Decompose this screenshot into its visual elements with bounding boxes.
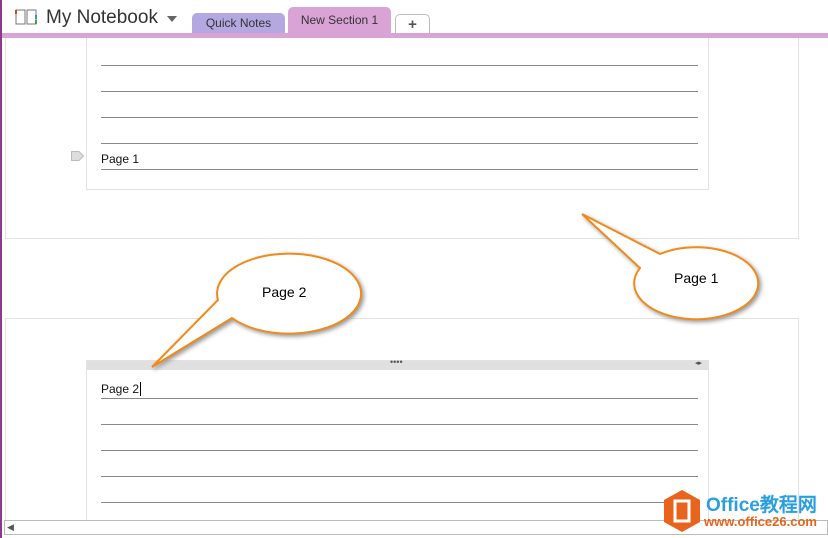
text-cursor: ​ [140, 382, 142, 396]
tag-icon [71, 151, 85, 161]
office-logo-icon [664, 490, 700, 532]
tab-new-section-1[interactable]: New Section 1 [288, 7, 391, 34]
page-1-note-container[interactable]: Page 1 [86, 38, 709, 190]
page-2-note-container[interactable]: •••• ◂▸ Page 2​ [86, 357, 709, 523]
chevron-down-icon[interactable] [167, 16, 177, 22]
scroll-left-icon[interactable]: ◀ [7, 522, 14, 533]
watermark-brand: Office教程网 [706, 495, 817, 516]
window-left-border [0, 0, 2, 538]
tab-quick-notes[interactable]: Quick Notes [192, 13, 285, 35]
page-2-text[interactable]: Page 2 [101, 382, 139, 396]
resize-handle-icon[interactable]: ◂▸ [695, 359, 702, 367]
notebook-icon [15, 9, 37, 25]
notebook-title[interactable]: My Notebook [46, 7, 158, 29]
page-2-note-text[interactable]: Page 2​ [101, 382, 142, 396]
add-section-button[interactable]: + [395, 14, 430, 34]
page-1-note-text[interactable]: Page 1 [101, 152, 139, 166]
callout-page-1-text: Page 1 [674, 270, 719, 286]
drag-handle-icon[interactable]: •••• [390, 357, 403, 367]
callout-page-2-text: Page 2 [262, 284, 307, 300]
watermark-url: www.office26.com [704, 514, 817, 529]
